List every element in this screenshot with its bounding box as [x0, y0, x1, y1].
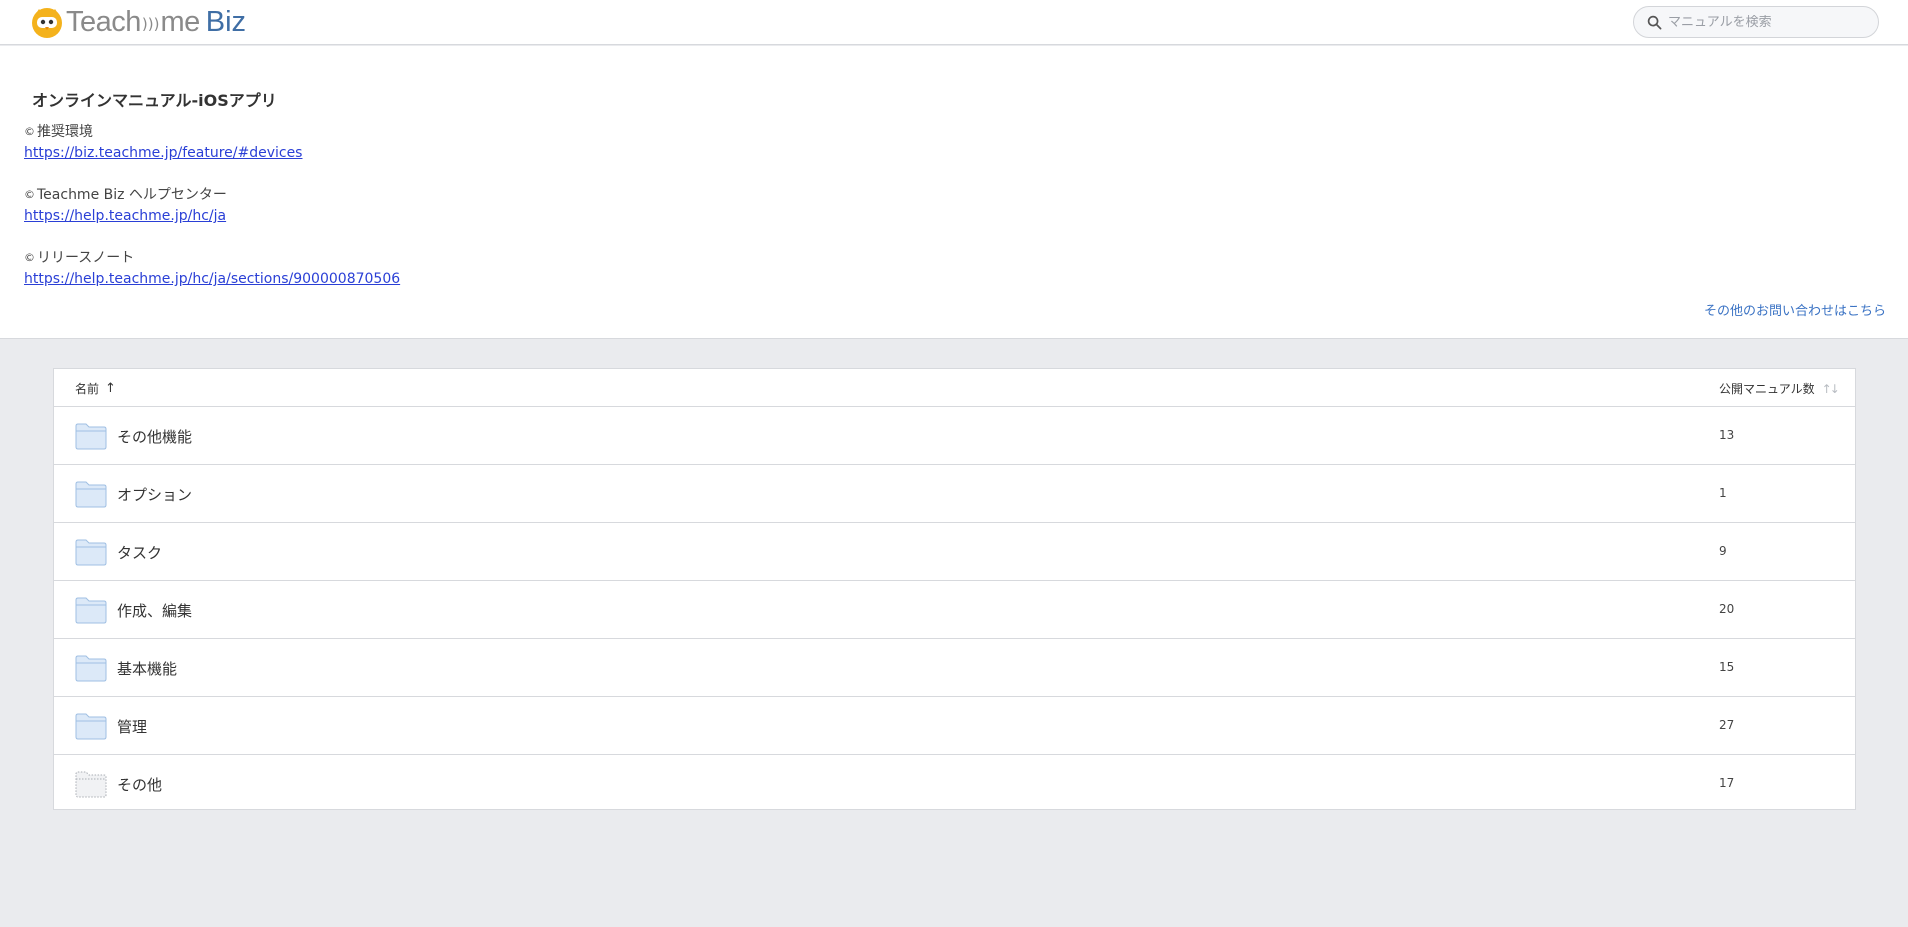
- folder-name: オプション: [117, 486, 193, 504]
- search-box[interactable]: [1633, 6, 1879, 38]
- folder-dotted-icon: [75, 771, 107, 798]
- sort-by-count-header[interactable]: 公開マニュアル数 ↑↓: [1719, 380, 1840, 397]
- manual-count: 17: [1719, 776, 1735, 790]
- description-panel: オンラインマニュアル-iOSアプリ © 推奨環境 https://biz.teac…: [0, 46, 1908, 339]
- logo-text-me: me: [160, 5, 200, 38]
- manual-count: 1: [1719, 486, 1727, 500]
- table-row[interactable]: 基本機能 15: [54, 639, 1855, 697]
- copyright-mark: ©: [24, 188, 35, 201]
- section-heading-text: リリースノート: [37, 250, 135, 266]
- manual-count: 9: [1719, 544, 1727, 558]
- table-header: 名前 ↑ 公開マニュアル数 ↑↓: [54, 369, 1855, 407]
- folder-icon: [75, 655, 107, 682]
- help-center-link[interactable]: https://help.teachme.jp/hc/ja: [24, 208, 226, 224]
- help-center-heading: © Teachme Biz ヘルプセンター: [24, 185, 400, 206]
- release-notes-link[interactable]: https://help.teachme.jp/hc/ja/sections/9…: [24, 271, 400, 287]
- table-row[interactable]: オプション 1: [54, 465, 1855, 523]
- manual-count: 13: [1719, 428, 1735, 442]
- sort-ascending-icon: ↑: [105, 381, 116, 396]
- section-heading-text: 推奨環境: [37, 124, 93, 140]
- table-row[interactable]: 作成、編集 20: [54, 581, 1855, 639]
- folder-icon: [75, 423, 107, 450]
- contact-link[interactable]: その他のお問い合わせはこちら: [1704, 300, 1886, 319]
- folder-icon: [75, 597, 107, 624]
- section-heading-text: Teachme Biz ヘルプセンター: [37, 187, 227, 203]
- column-label-name: 名前: [75, 382, 100, 396]
- logo-text-teach: Teach: [66, 5, 141, 38]
- logo-text-biz: Biz: [205, 5, 247, 38]
- devices-link[interactable]: https://biz.teachme.jp/feature/#devices: [24, 145, 302, 161]
- folder-name: タスク: [117, 544, 163, 562]
- table-row[interactable]: その他 17: [54, 755, 1855, 813]
- column-label-count: 公開マニュアル数: [1719, 382, 1815, 396]
- owl-mascot-icon: [32, 8, 62, 38]
- page-title: オンラインマニュアル-iOSアプリ: [32, 91, 277, 110]
- release-notes-heading: © リリースノート: [24, 248, 400, 269]
- search-icon: [1647, 15, 1662, 29]
- copyright-mark: ©: [24, 251, 35, 264]
- folder-name: その他: [117, 776, 163, 794]
- recommended-env-heading: © 推奨環境: [24, 122, 400, 143]
- table-row[interactable]: その他機能 13: [54, 407, 1855, 465]
- folder-name: 基本機能: [117, 660, 178, 678]
- folder-icon: [75, 481, 107, 508]
- manual-count: 20: [1719, 602, 1735, 616]
- table-body: その他機能 13 オプション 1 タスク 9 作成、編集 20 基本機能 15 管理 27 その他 17: [54, 407, 1855, 813]
- manual-count: 15: [1719, 660, 1735, 674]
- teachme-biz-logo[interactable]: Teach ))) me Biz: [30, 4, 246, 40]
- search-input[interactable]: [1668, 14, 1868, 30]
- sort-toggle-icon: ↑↓: [1821, 381, 1840, 396]
- description-body: © 推奨環境 https://biz.teachme.jp/feature/#de…: [24, 122, 400, 290]
- table-row[interactable]: タスク 9: [54, 523, 1855, 581]
- manual-count: 27: [1719, 718, 1735, 732]
- copyright-mark: ©: [24, 125, 35, 138]
- folder-icon: [75, 713, 107, 740]
- sort-by-name-header[interactable]: 名前 ↑: [75, 380, 116, 397]
- table-row[interactable]: 管理 27: [54, 697, 1855, 755]
- signal-waves-icon: ))): [141, 15, 160, 33]
- top-header: Teach ))) me Biz: [0, 0, 1908, 45]
- folder-name: 管理: [117, 718, 148, 736]
- folder-table: 名前 ↑ 公開マニュアル数 ↑↓ その他機能 13 オプション 1 タスク 9 作成、編集 2…: [53, 368, 1856, 810]
- folder-icon: [75, 539, 107, 566]
- folder-name: 作成、編集: [117, 602, 193, 620]
- folder-name: その他機能: [117, 428, 193, 446]
